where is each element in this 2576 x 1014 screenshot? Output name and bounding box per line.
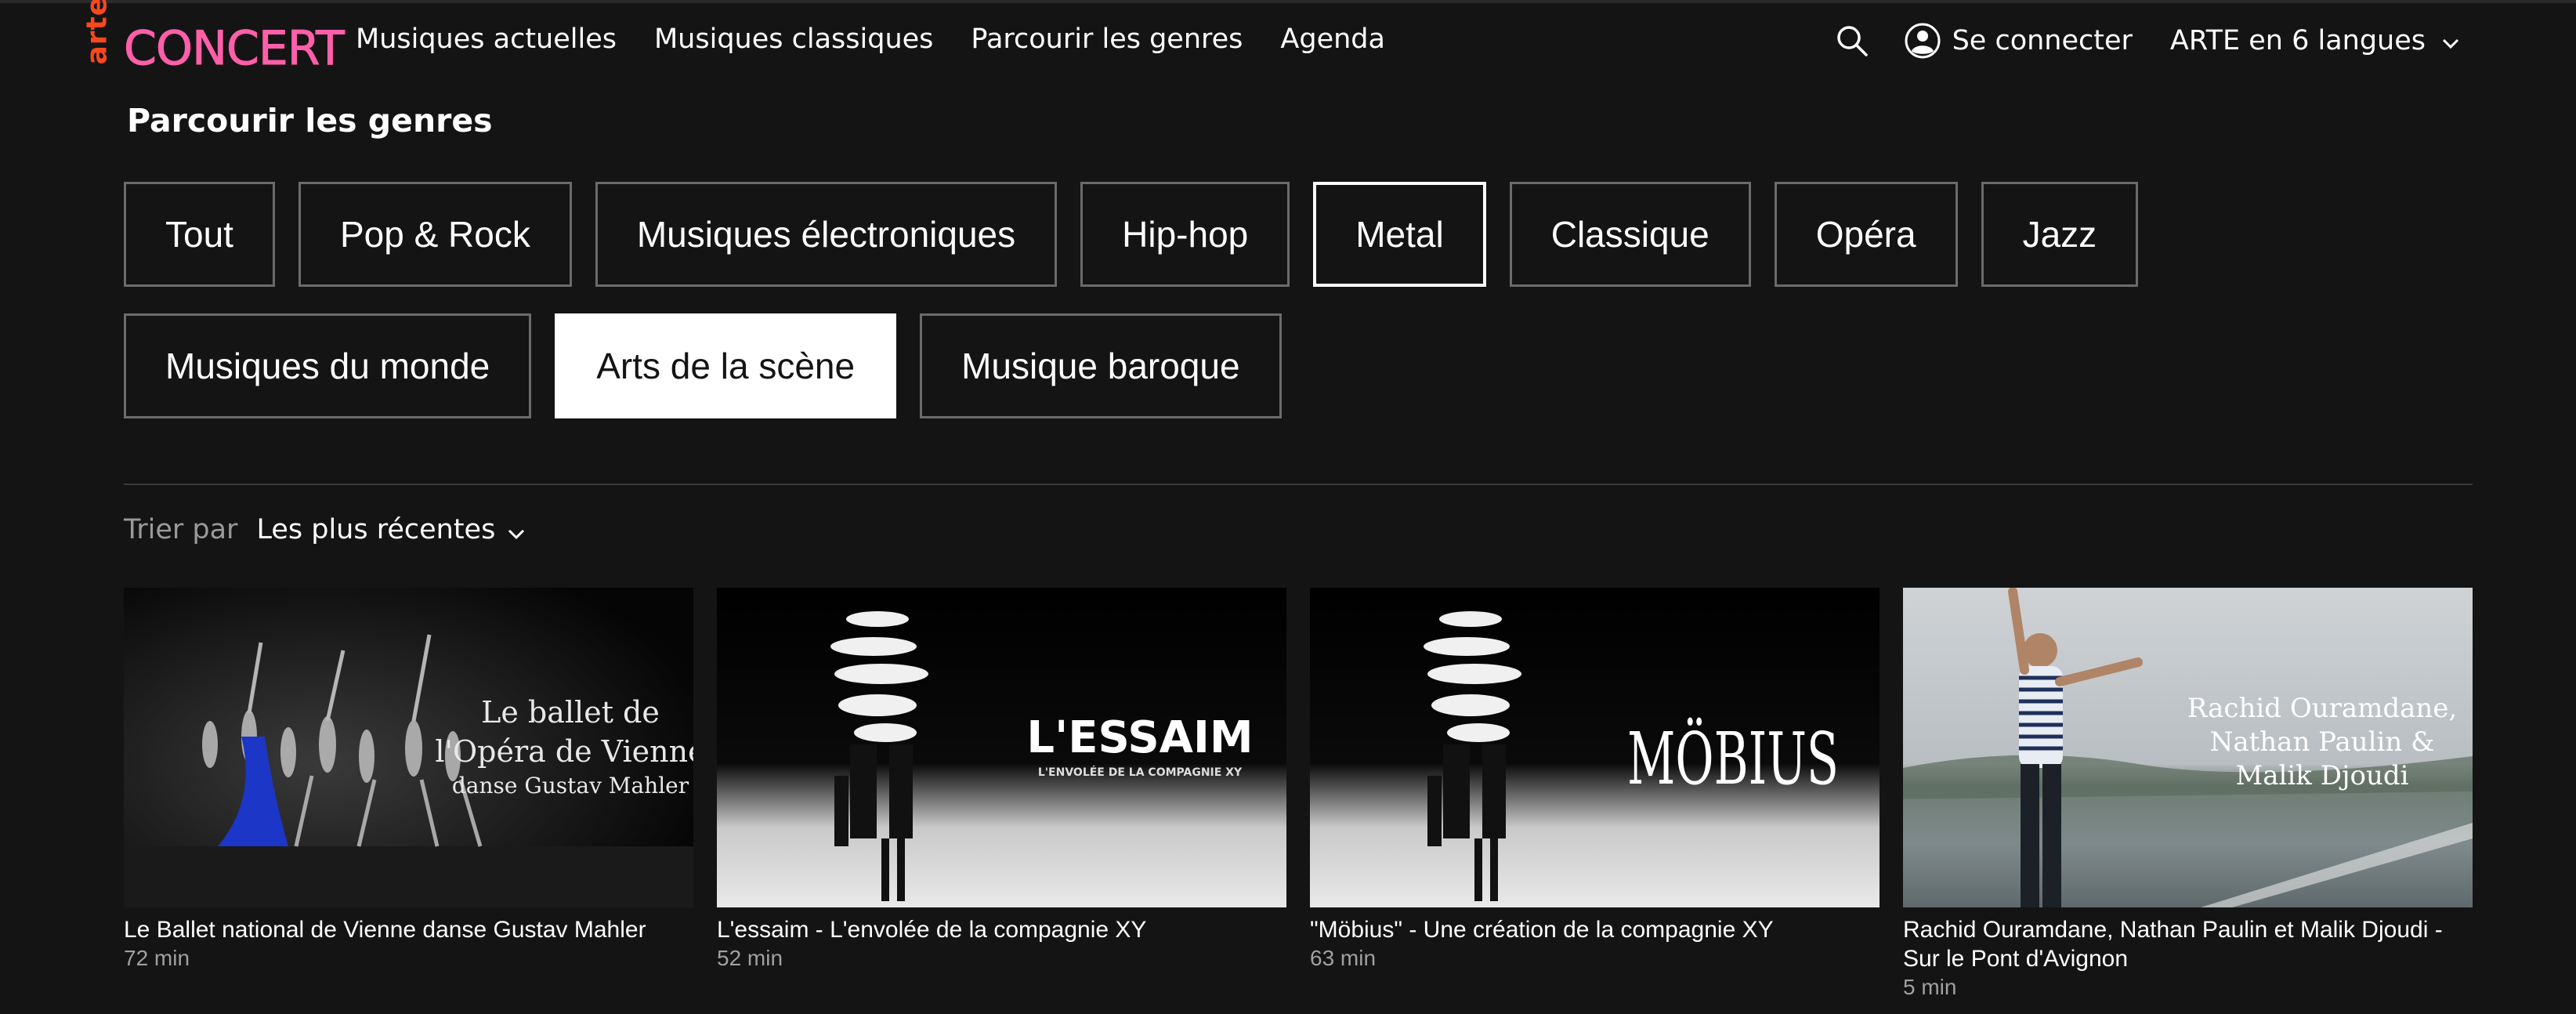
video-duration: 63 min bbox=[1310, 946, 1377, 970]
chevron-down-icon bbox=[2440, 30, 2462, 52]
user-icon bbox=[1904, 22, 1941, 60]
genre-filter-row-2: Musiques du monde Arts de la scène Musiq… bbox=[124, 313, 1282, 418]
search-icon[interactable] bbox=[1835, 24, 1869, 58]
genre-filter-row-1: Tout Pop & Rock Musiques électroniques H… bbox=[124, 182, 2139, 287]
video-title[interactable]: L'essaim - L'envolée de la compagnie XY bbox=[717, 915, 1286, 944]
genre-chip-jazz[interactable]: Jazz bbox=[1981, 182, 2139, 287]
genre-chip-pop-rock[interactable]: Pop & Rock bbox=[298, 182, 572, 287]
genre-chip-metal[interactable]: Metal bbox=[1313, 182, 1486, 287]
nav-item-musiques-actuelles[interactable]: Musiques actuelles bbox=[356, 24, 617, 55]
thumbnail-overlay-line: danse Gustav Mahler bbox=[452, 773, 689, 799]
section-divider bbox=[124, 483, 2473, 485]
login-label: Se connecter bbox=[1952, 25, 2133, 56]
nav-item-musiques-classiques[interactable]: Musiques classiques bbox=[654, 24, 933, 55]
sort-control: Trier par Les plus récentes bbox=[124, 514, 526, 545]
site-header: arte CONCERT Musiques actuelles Musiques… bbox=[0, 0, 2576, 96]
genre-chip-arts-de-la-scene[interactable]: Arts de la scène bbox=[555, 313, 897, 418]
nav-item-agenda[interactable]: Agenda bbox=[1280, 24, 1385, 55]
video-card[interactable]: L'ESSAIM L'ENVOLÉE DE LA COMPAGNIE XY L'… bbox=[717, 588, 1286, 1001]
video-thumbnail[interactable]: MÖBIUS bbox=[1310, 588, 1880, 907]
video-title[interactable]: "Möbius" - Une création de la compagnie … bbox=[1310, 915, 1880, 944]
genre-chip-classique[interactable]: Classique bbox=[1509, 182, 1751, 287]
video-duration: 5 min bbox=[1903, 975, 1957, 999]
video-card[interactable]: Le ballet de l'Opéra de Vienne danse Gus… bbox=[124, 588, 693, 1001]
language-selector[interactable]: ARTE en 6 langues bbox=[2170, 25, 2462, 56]
thumbnail-overlay-title: L'ESSAIM bbox=[1026, 712, 1253, 763]
video-duration: 72 min bbox=[124, 946, 190, 970]
video-card[interactable]: Rachid Ouramdane, Nathan Paulin & Malik … bbox=[1903, 588, 2473, 1001]
genre-chip-musiques-du-monde[interactable]: Musiques du monde bbox=[124, 313, 532, 418]
header-actions: Se connecter ARTE en 6 langues bbox=[1835, 22, 2462, 60]
main-nav: Musiques actuelles Musiques classiques P… bbox=[356, 24, 1385, 55]
arte-concert-logo[interactable]: arte CONCERT bbox=[78, 0, 346, 89]
genre-chip-tout[interactable]: Tout bbox=[124, 182, 275, 287]
video-thumbnail[interactable]: Rachid Ouramdane, Nathan Paulin & Malik … bbox=[1903, 588, 2473, 907]
arte-logo-text: arte bbox=[81, 0, 114, 64]
nav-item-parcourir-les-genres[interactable]: Parcourir les genres bbox=[971, 24, 1243, 55]
video-card[interactable]: MÖBIUS "Möbius" - Une création de la com… bbox=[1310, 588, 1880, 1001]
video-grid: Le ballet de l'Opéra de Vienne danse Gus… bbox=[124, 588, 2473, 1001]
login-button[interactable]: Se connecter bbox=[1904, 22, 2133, 60]
concert-logo-text: CONCERT bbox=[124, 21, 346, 77]
genre-chip-musique-baroque[interactable]: Musique baroque bbox=[920, 313, 1282, 418]
thumbnail-overlay-line: l'Opéra de Vienne bbox=[435, 734, 693, 769]
video-thumbnail[interactable]: Le ballet de l'Opéra de Vienne danse Gus… bbox=[124, 588, 693, 907]
language-label: ARTE en 6 langues bbox=[2169, 25, 2426, 56]
thumbnail-overlay-line: Nathan Paulin & bbox=[2210, 726, 2435, 758]
thumbnail-overlay-subtitle: L'ENVOLÉE DE LA COMPAGNIE XY bbox=[1038, 766, 1243, 779]
sort-label: Trier par bbox=[124, 514, 238, 545]
video-thumbnail[interactable]: L'ESSAIM L'ENVOLÉE DE LA COMPAGNIE XY bbox=[717, 588, 1286, 907]
video-duration: 52 min bbox=[717, 946, 783, 970]
thumbnail-overlay-title: MÖBIUS bbox=[1627, 717, 1839, 801]
chevron-down-icon[interactable] bbox=[506, 520, 526, 540]
video-title[interactable]: Le Ballet national de Vienne danse Gusta… bbox=[124, 915, 693, 944]
genre-chip-hip-hop[interactable]: Hip-hop bbox=[1080, 182, 1290, 287]
thumbnail-overlay-line: Le ballet de bbox=[481, 695, 660, 730]
page-title: Parcourir les genres bbox=[127, 102, 493, 139]
thumbnail-overlay-line: Malik Djoudi bbox=[2235, 760, 2408, 791]
video-title[interactable]: Rachid Ouramdane, Nathan Paulin et Malik… bbox=[1903, 915, 2473, 973]
genre-chip-opera[interactable]: Opéra bbox=[1774, 182, 1958, 287]
thumbnail-overlay-line: Rachid Ouramdane, bbox=[2187, 693, 2457, 724]
sort-dropdown[interactable]: Les plus récentes bbox=[256, 514, 495, 545]
genre-chip-musiques-electroniques[interactable]: Musiques électroniques bbox=[595, 182, 1058, 287]
